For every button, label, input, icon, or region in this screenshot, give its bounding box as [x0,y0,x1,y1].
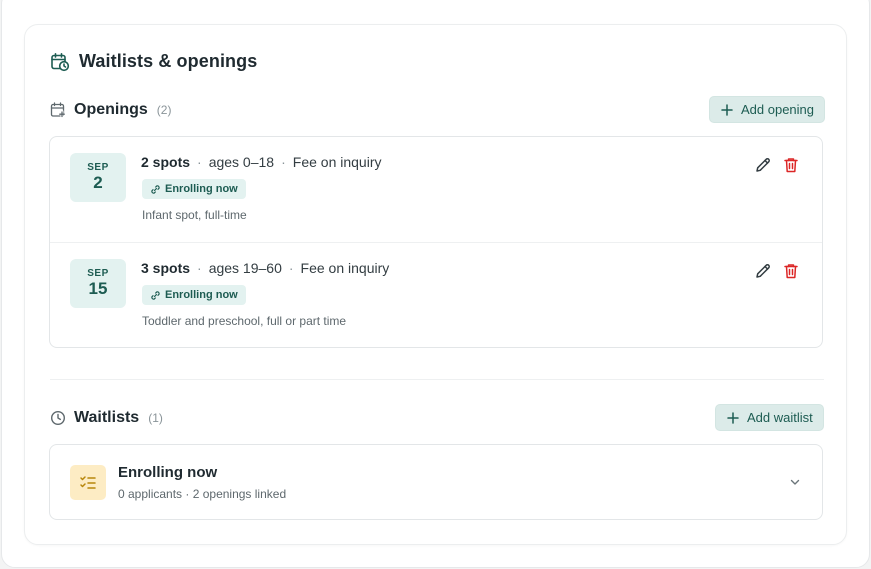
status-badge: Enrolling now [142,285,246,305]
waitlist-item[interactable]: Enrolling now 0 applicants · 2 openings … [50,445,822,519]
calendar-plus-icon [50,102,66,118]
waitlists-list: Enrolling now 0 applicants · 2 openings … [49,444,823,520]
add-opening-button[interactable]: Add opening [709,96,826,123]
openings-heading: Openings [74,101,148,118]
calendar-clock-icon [50,52,70,72]
opening-summary: 2 spots · ages 0–18 · Fee on inquiry [141,154,381,170]
openings-list: SEP 2 2 spots · ages 0–18 · Fee on inquiry E… [49,136,823,348]
waitlists-openings-card: Waitlists & openings Openings (2) Add op… [24,24,847,545]
opening-spots: 3 spots [141,260,191,276]
edit-icon[interactable] [754,262,772,280]
waitlists-heading: Waitlists [74,409,140,426]
plus-icon [720,103,734,117]
opening-ages: ages 19–60 [208,260,282,276]
opening-fee: Fee on inquiry [300,260,390,276]
date-month: SEP [87,268,109,279]
opening-ages: ages 0–18 [208,154,275,170]
link-icon [150,290,161,301]
separator-dot: · [197,260,202,276]
clock-icon [50,410,66,426]
card-header: Waitlists & openings [50,51,257,72]
waitlist-title: Enrolling now [118,464,218,481]
opening-row: SEP 2 2 spots · ages 0–18 · Fee on inquiry E… [50,137,822,242]
trash-icon[interactable] [782,262,800,280]
opening-note: Toddler and preschool, full or part time [142,314,347,328]
date-month: SEP [87,162,109,173]
date-day: 15 [88,279,108,298]
opening-spots: 2 spots [141,154,191,170]
waitlist-subtitle: 0 applicants · 2 openings linked [118,487,287,501]
separator-dot: · [197,154,202,170]
card-title: Waitlists & openings [79,51,258,71]
waitlists-count: (1) [148,411,163,425]
row-actions [744,262,800,280]
separator-dot: · [281,154,286,170]
openings-header: Openings (2) [50,101,171,119]
opening-fee: Fee on inquiry [292,154,382,170]
status-badge: Enrolling now [142,179,246,199]
add-opening-label: Add opening [741,102,815,117]
opening-row: SEP 15 3 spots · ages 19–60 · Fee on inquiry… [50,242,822,347]
separator-dot: · [288,260,294,276]
chevron-down-icon[interactable] [788,475,802,489]
date-badge: SEP 2 [70,153,126,202]
add-waitlist-label: Add waitlist [747,410,813,425]
plus-icon [726,411,740,425]
opening-note: Infant spot, full-time [142,208,247,222]
openings-count: (2) [156,103,172,117]
date-day: 2 [93,173,103,192]
checklist-icon [70,465,106,500]
waitlists-header: Waitlists (1) [50,409,163,427]
status-label: Enrolling now [165,289,238,301]
date-badge: SEP 15 [70,259,126,308]
section-divider [50,379,824,380]
edit-icon[interactable] [754,156,772,174]
trash-icon[interactable] [782,156,800,174]
row-actions [744,156,800,174]
opening-summary: 3 spots · ages 19–60 · Fee on inquiry [141,260,389,276]
add-waitlist-button[interactable]: Add waitlist [715,404,824,431]
status-label: Enrolling now [165,183,238,195]
link-icon [150,184,161,195]
